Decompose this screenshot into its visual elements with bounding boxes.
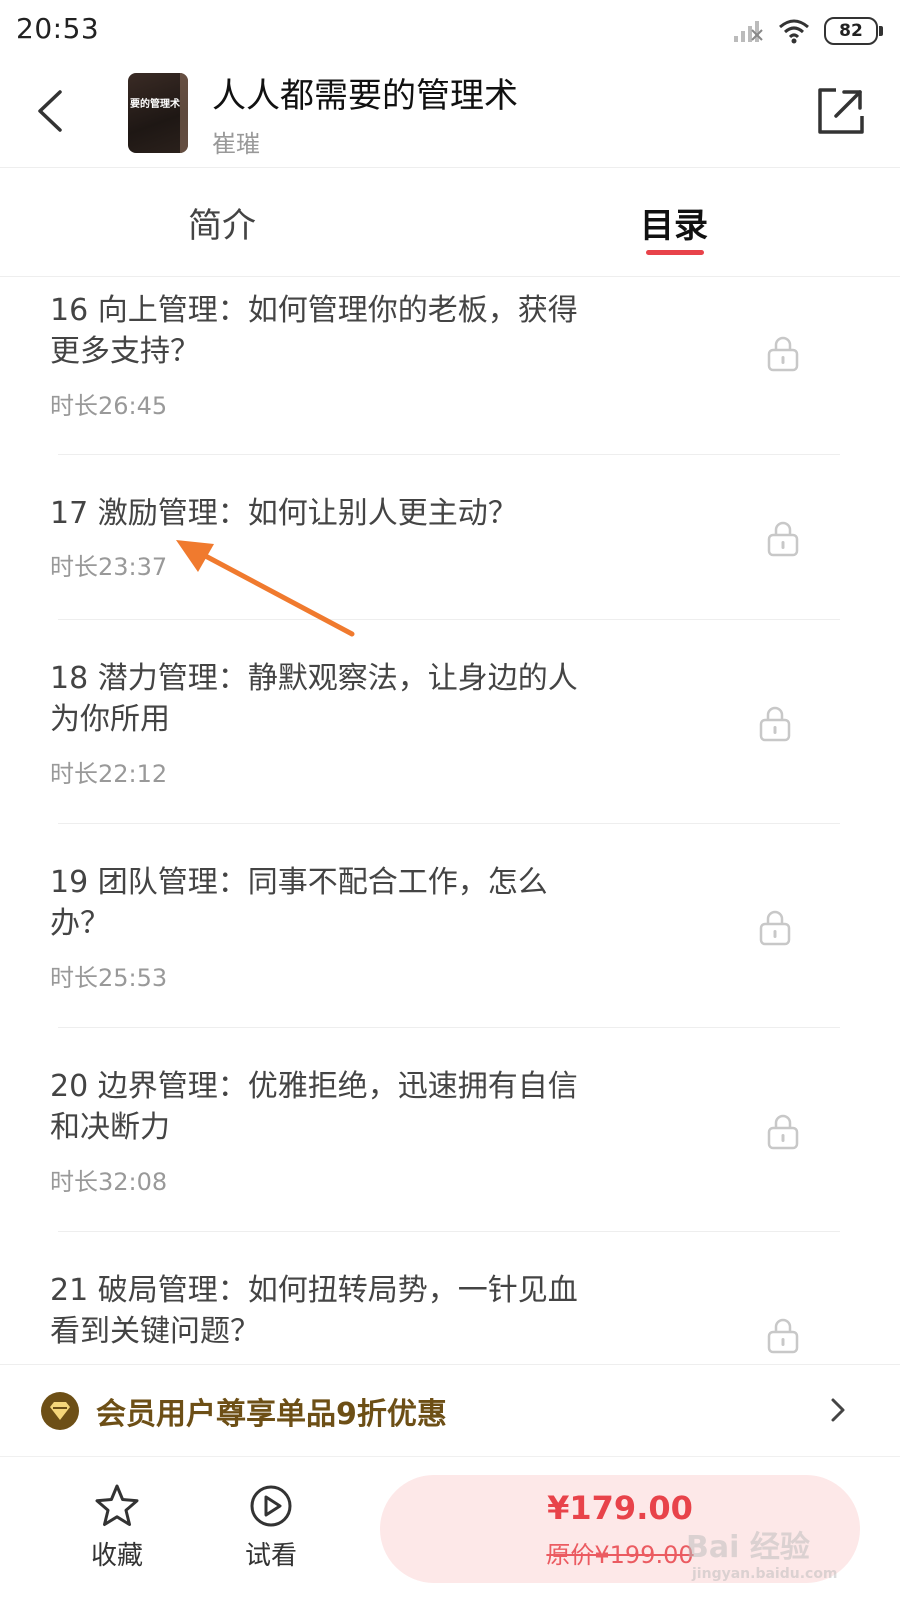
chapter-duration: 时长32:08 bbox=[50, 1168, 168, 1196]
favorite-label: 收藏 bbox=[90, 1541, 143, 1571]
header: 要的管理术 人人都需要的管理术 崔璀 bbox=[0, 62, 900, 168]
chapter-title: 18 潜力管理：静默观察法，让身边的人为你所用 bbox=[50, 661, 578, 737]
status-time: 20:53 bbox=[16, 12, 100, 45]
chapter-item-21[interactable]: 21 破局管理：如何扭转局势，一针见血看到关键问题？ bbox=[0, 1232, 900, 1364]
member-discount-text: 会员用户尊享单品9折优惠 bbox=[96, 1397, 447, 1432]
book-cover[interactable]: 要的管理术 bbox=[128, 73, 188, 153]
battery-indicator: 82 bbox=[824, 17, 883, 45]
cover-stripe bbox=[180, 73, 188, 153]
signal-icon bbox=[734, 21, 763, 42]
book-title: 人人都需要的管理术 bbox=[212, 76, 518, 116]
chapter-title: 20 边界管理：优雅拒绝，迅速拥有自信和决断力 bbox=[50, 1069, 578, 1145]
back-arrow-icon[interactable] bbox=[28, 80, 78, 142]
lock-icon bbox=[759, 910, 791, 946]
share-icon[interactable] bbox=[814, 84, 868, 138]
chevron-right-icon bbox=[831, 1398, 845, 1422]
status-icons: 82 bbox=[732, 14, 883, 48]
tab-bar: 简介 目录 bbox=[0, 168, 900, 277]
chapter-duration: 时长23:37 bbox=[50, 553, 168, 581]
lock-icon bbox=[759, 706, 791, 742]
chapter-duration: 时长26:45 bbox=[50, 392, 168, 420]
lock-icon bbox=[767, 336, 799, 372]
chapter-item-19[interactable]: 19 团队管理：同事不配合工作，怎么办？ 时长25:53 bbox=[0, 824, 900, 1028]
baidu-jingyan-watermark: Bai 经验 jingyan.baidu.com bbox=[686, 1522, 886, 1592]
chapter-duration: 时长25:53 bbox=[50, 964, 168, 992]
wifi-icon bbox=[779, 19, 809, 44]
cover-title: 要的管理术 bbox=[130, 99, 180, 110]
active-tab-indicator bbox=[646, 250, 704, 255]
chapter-title: 21 破局管理：如何扭转局势，一针见血看到关键问题？ bbox=[50, 1273, 578, 1349]
preview-label: 试看 bbox=[244, 1541, 297, 1571]
member-discount-bar[interactable]: 会员用户尊享单品9折优惠 bbox=[0, 1364, 900, 1457]
lock-icon bbox=[767, 521, 799, 557]
book-author: 崔璀 bbox=[212, 130, 260, 158]
chapter-duration: 时长22:12 bbox=[50, 760, 168, 788]
chapter-item-17[interactable]: 17 激励管理：如何让别人更主动？ 时长23:37 bbox=[0, 455, 900, 619]
tab-intro[interactable]: 简介 bbox=[188, 198, 256, 247]
play-circle-icon bbox=[250, 1485, 292, 1527]
tab-catalog[interactable]: 目录 bbox=[640, 198, 708, 247]
battery-level: 82 bbox=[839, 21, 863, 41]
chapter-item-20[interactable]: 20 边界管理：优雅拒绝，迅速拥有自信和决断力 时长32:08 bbox=[0, 1028, 900, 1232]
chapter-title: 19 团队管理：同事不配合工作，怎么办？ bbox=[50, 865, 548, 941]
star-icon bbox=[95, 1484, 139, 1526]
member-badge-icon bbox=[41, 1392, 79, 1430]
status-bar: 20:53 82 bbox=[0, 0, 900, 62]
favorite-button[interactable]: 收藏 bbox=[72, 1483, 162, 1583]
chapter-title: 16 向上管理：如何管理你的老板，获得更多支持？ bbox=[50, 293, 578, 369]
chapter-title: 17 激励管理：如何让别人更主动？ bbox=[50, 496, 518, 531]
preview-button[interactable]: 试看 bbox=[226, 1483, 316, 1583]
watermark-main: Bai 经验 bbox=[686, 1530, 810, 1565]
chapter-item-18[interactable]: 18 潜力管理：静默观察法，让身边的人为你所用 时长22:12 bbox=[0, 620, 900, 823]
chapter-list: 16 向上管理：如何管理你的老板，获得更多支持？ 时长26:45 17 激励管理… bbox=[0, 276, 900, 1364]
chapter-item-16[interactable]: 16 向上管理：如何管理你的老板，获得更多支持？ 时长26:45 bbox=[0, 276, 900, 454]
lock-icon bbox=[767, 1318, 799, 1354]
watermark-url: jingyan.baidu.com bbox=[692, 1566, 838, 1582]
lock-icon bbox=[767, 1114, 799, 1150]
